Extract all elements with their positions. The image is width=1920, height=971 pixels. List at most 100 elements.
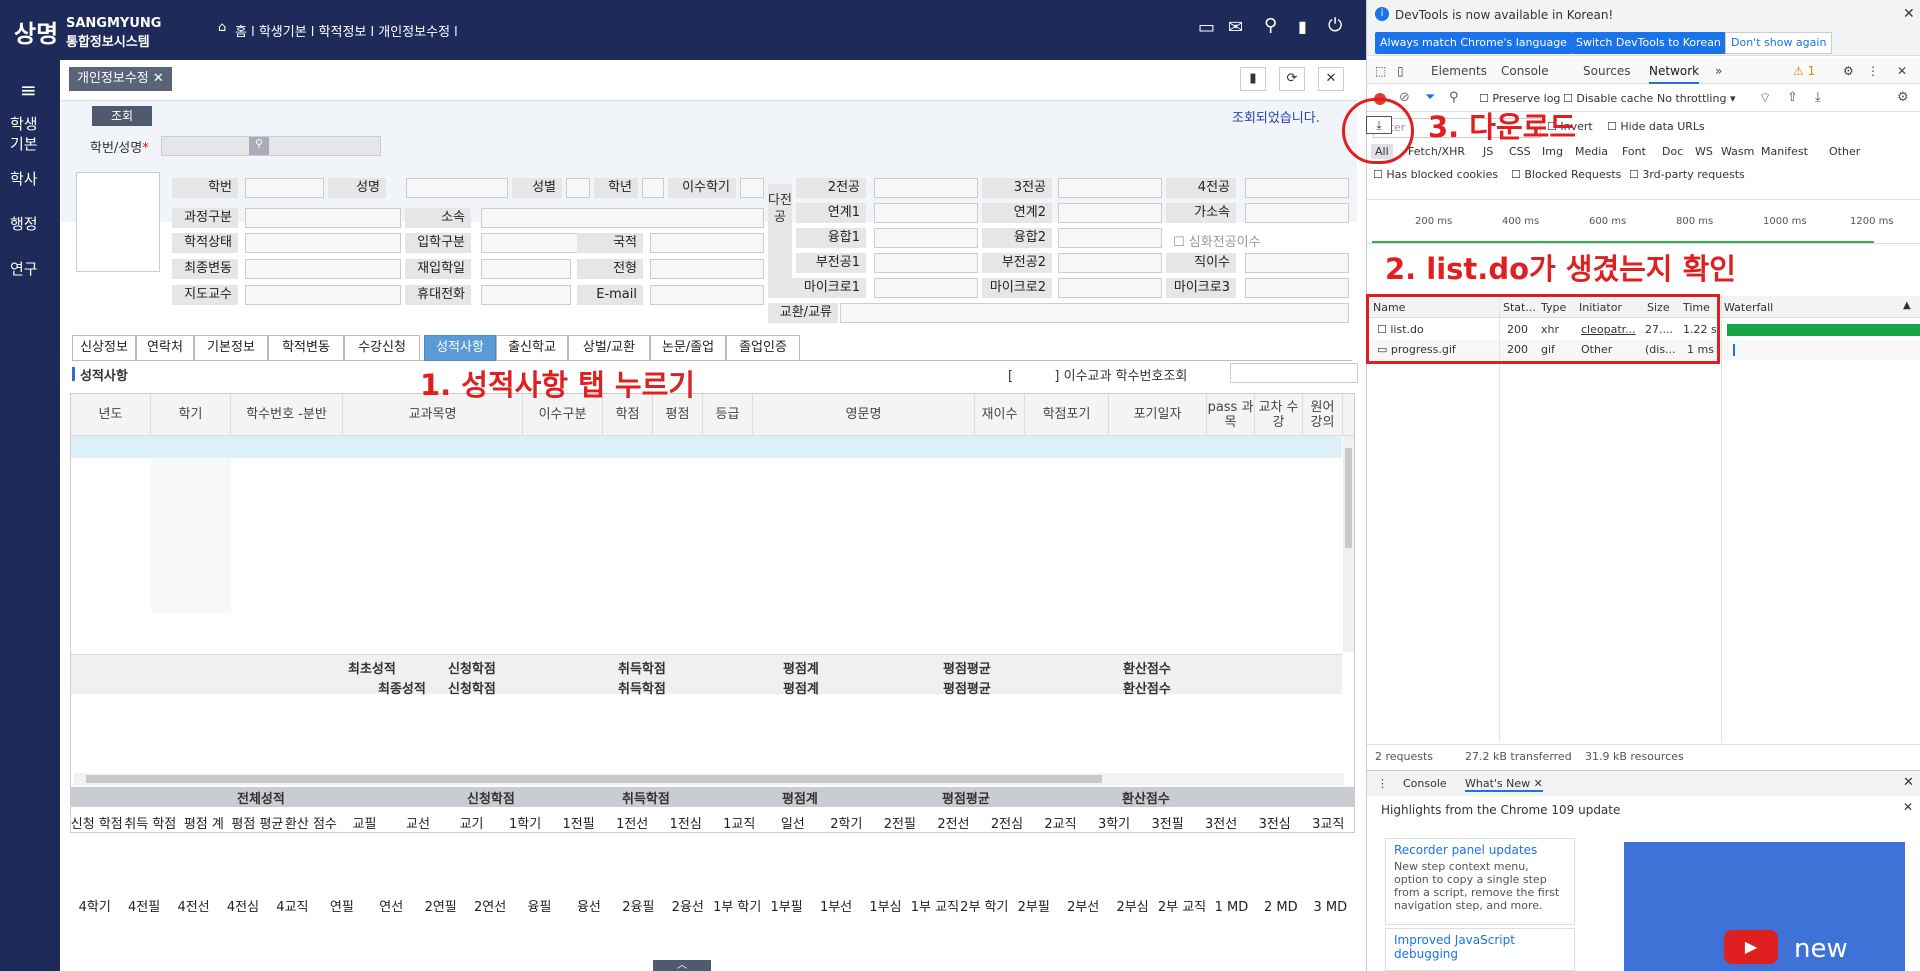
upload-icon[interactable]: ⇧ [1787, 90, 1798, 105]
more-tabs-icon[interactable]: » [1715, 58, 1722, 84]
field-minor2[interactable] [1058, 253, 1162, 273]
search-button[interactable]: 조회 [92, 106, 152, 126]
tab-school[interactable]: 출신학교 [496, 335, 568, 361]
type-filter[interactable]: Wasm [1717, 144, 1758, 159]
import-icon[interactable]: ⤓ [1366, 116, 1392, 134]
drawer-tab-whatsnew[interactable]: What's New ✕ [1465, 777, 1543, 792]
card-js-debugging[interactable]: Improved JavaScript debugging [1385, 928, 1575, 971]
collapse-toggle[interactable]: ︿ [653, 960, 711, 971]
type-filter[interactable]: Img [1538, 144, 1567, 159]
student-id-input[interactable] [161, 136, 381, 156]
network-settings-icon[interactable]: ⚙ [1897, 90, 1909, 105]
search-icon[interactable]: ⚲ [1264, 15, 1277, 36]
issues-badge[interactable]: ⚠ 1 [1793, 58, 1815, 84]
field-gender[interactable] [566, 178, 590, 198]
type-filter[interactable]: Font [1618, 144, 1650, 159]
video-thumbnail[interactable]: ▶ new [1624, 842, 1905, 971]
field-link2[interactable] [1058, 203, 1162, 223]
field-nation[interactable] [650, 233, 764, 253]
menu-icon[interactable]: ≡ [20, 78, 37, 102]
kebab-icon[interactable]: ⋮ [1867, 58, 1879, 84]
wifi-icon[interactable]: ⌔ [1759, 90, 1771, 106]
match-language-button[interactable]: Always match Chrome's language [1375, 32, 1572, 54]
refresh-button[interactable]: ⟳ [1279, 67, 1305, 91]
throttle-select[interactable]: No throttling ▾ [1657, 92, 1735, 105]
clear-icon[interactable]: ⊘ [1399, 90, 1410, 105]
type-filter[interactable]: JS [1479, 144, 1497, 159]
type-filter[interactable]: CSS [1505, 144, 1535, 159]
type-filter[interactable]: Fetch/XHR [1404, 144, 1469, 159]
field-major3[interactable] [1058, 178, 1162, 198]
download-icon[interactable]: ⤓ [1815, 90, 1821, 105]
hide-data-checkbox[interactable]: ☐ Hide data URLs [1607, 120, 1705, 133]
dont-show-button[interactable]: Don't show again [1725, 32, 1833, 54]
field-grade[interactable] [642, 178, 664, 198]
type-filter[interactable]: Manifest [1757, 144, 1812, 159]
grid-hscroll[interactable] [74, 773, 1344, 785]
card-recorder[interactable]: Recorder panel updates New step context … [1385, 838, 1575, 925]
field-advisor[interactable] [245, 285, 401, 305]
tab-certify[interactable]: 졸업인증 [726, 335, 800, 361]
field-semesters[interactable] [740, 178, 764, 198]
close-infobar-icon[interactable]: ✕ [1903, 6, 1915, 22]
tab-grades[interactable]: 성적사항 [424, 335, 496, 361]
nav-research[interactable]: 연구 [10, 258, 38, 279]
inspect-icon[interactable]: ⬚ [1375, 58, 1386, 84]
tab-console[interactable]: Console [1501, 58, 1549, 84]
close-devtools-icon[interactable]: ✕ [1897, 58, 1907, 84]
close-button[interactable]: ✕ [1318, 67, 1344, 91]
page-tab[interactable]: 개인정보수정 ✕ [69, 67, 172, 91]
tab-change[interactable]: 학적변동 [268, 335, 344, 361]
field-fusion1[interactable] [874, 228, 978, 248]
deep-major-checkbox[interactable]: ☐ 심화전공이수 [1173, 231, 1261, 250]
filter-icon[interactable]: ⏷ [1425, 90, 1435, 105]
field-status[interactable] [245, 233, 401, 253]
monitor-icon[interactable]: ▭ [1198, 17, 1215, 38]
timeline-overview[interactable]: 200 ms 400 ms 600 ms 800 ms 1000 ms 1200 ms [1367, 212, 1920, 244]
bookmark-button[interactable]: ▮ [1240, 67, 1266, 91]
tab-basic[interactable]: 기본정보 [194, 335, 268, 361]
type-filter[interactable]: Other [1825, 144, 1864, 159]
close-highlights-icon[interactable]: ✕ [1903, 800, 1913, 814]
drawer-tab-console[interactable]: Console [1403, 777, 1447, 790]
field-dept[interactable] [481, 208, 764, 228]
breadcrumb[interactable]: 홈 l 학생기본 l 학적정보 l 개인정보수정 l [235, 21, 458, 40]
search-icon[interactable]: ⚲ [249, 137, 269, 155]
nav-academic[interactable]: 학사 [10, 168, 38, 189]
play-icon[interactable]: ▶ [1724, 930, 1778, 964]
field-major2[interactable] [874, 178, 978, 198]
tab-enroll[interactable]: 수강신청 [344, 335, 420, 361]
grid-selected-row[interactable] [71, 436, 1342, 458]
third-party-checkbox[interactable]: ☐ 3rd-party requests [1629, 168, 1745, 181]
field-email[interactable] [650, 285, 764, 305]
field-major4[interactable] [1245, 178, 1349, 198]
field-link1[interactable] [874, 203, 978, 223]
tab-contact[interactable]: 연락처 [136, 335, 194, 361]
home-icon[interactable]: ⌂ [218, 20, 226, 35]
drawer-menu-icon[interactable]: ⋮ [1377, 777, 1388, 790]
tab-elements[interactable]: Elements [1431, 58, 1487, 84]
field-micro1[interactable] [874, 278, 978, 298]
tab-reward[interactable]: 상벌/교환 [568, 335, 650, 361]
field-micro3[interactable] [1245, 278, 1349, 298]
field-track[interactable] [650, 259, 764, 279]
bookmark-icon[interactable]: ▮ [1298, 17, 1307, 36]
sort-arrow-icon[interactable]: ▲ [1903, 300, 1911, 311]
tab-sources[interactable]: Sources [1583, 58, 1630, 84]
field-readmit[interactable] [481, 259, 571, 279]
field-hakbeon[interactable] [245, 178, 324, 198]
col-waterfall[interactable]: Waterfall [1724, 301, 1773, 314]
type-filter[interactable]: Media [1571, 144, 1612, 159]
tab-personal[interactable]: 신상정보 [72, 335, 136, 361]
field-leave[interactable] [1245, 253, 1349, 273]
grid-vscroll[interactable] [1343, 436, 1354, 652]
nav-student[interactable]: 학생기본 [10, 114, 50, 154]
blocked-cookies-checkbox[interactable]: ☐ Has blocked cookies [1373, 168, 1498, 181]
field-fusion2[interactable] [1058, 228, 1162, 248]
power-icon[interactable]: ⏻ [1328, 15, 1342, 36]
tab-network[interactable]: Network [1649, 58, 1700, 84]
switch-korean-button[interactable]: Switch DevTools to Korean [1571, 32, 1726, 54]
nav-admin[interactable]: 행정 [10, 213, 38, 234]
field-phone[interactable] [481, 285, 571, 305]
disable-cache-checkbox[interactable]: ☐ Disable cache [1563, 92, 1653, 105]
